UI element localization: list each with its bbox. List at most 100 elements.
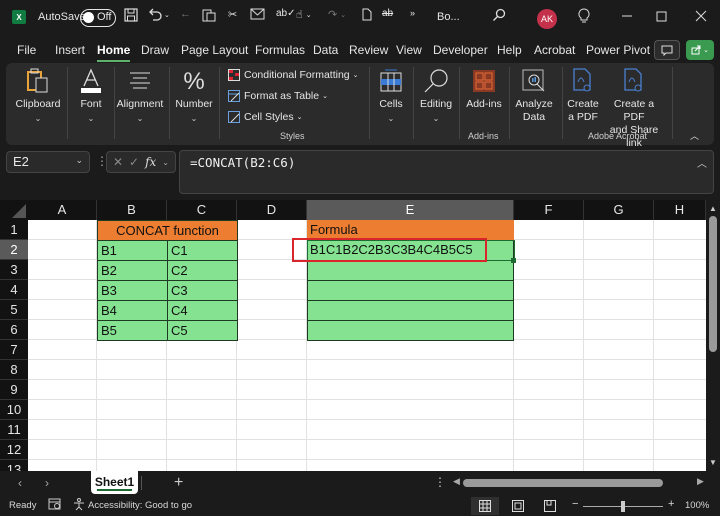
spreadsheet-grid[interactable]: ABCDEFGH 1 2 3 4 5 6 7 8 9 10 11 12 13 CONCAT functi…	[0, 200, 706, 471]
column-header-g[interactable]: G	[584, 200, 654, 220]
row-header-10[interactable]: 10	[0, 400, 28, 420]
row-header-8[interactable]: 8	[0, 360, 28, 380]
search-icon[interactable]	[492, 8, 506, 22]
cell-c4[interactable]: C3	[167, 280, 238, 301]
page-layout-view-button[interactable]	[504, 497, 532, 515]
zoom-out-button[interactable]: −	[572, 498, 578, 510]
number-button[interactable]: % Number ⌄	[173, 67, 215, 125]
cell-c5[interactable]: C4	[167, 300, 238, 321]
zoom-in-button[interactable]: +	[668, 498, 674, 510]
create-pdf-button[interactable]: Create a PDF	[564, 67, 602, 124]
formula-header-cell[interactable]: Formula	[307, 220, 514, 240]
tab-power-pivot[interactable]: Power Pivot	[586, 43, 650, 57]
spelling-icon[interactable]: ab✓	[276, 8, 296, 19]
column-header-d[interactable]: D	[237, 200, 307, 220]
font-button[interactable]: Font ⌄	[72, 67, 110, 125]
tab-acrobat[interactable]: Acrobat	[534, 43, 575, 57]
tab-page-layout[interactable]: Page Layout	[181, 43, 248, 57]
format-as-table-button[interactable]: Format as Table ⌄	[228, 90, 328, 102]
cell-b5[interactable]: B4	[97, 300, 168, 321]
cut-icon[interactable]: ✂	[228, 8, 237, 21]
scroll-up-icon[interactable]: ▲	[709, 204, 717, 213]
row-header-11[interactable]: 11	[0, 420, 28, 440]
macro-recording-icon[interactable]	[48, 498, 62, 514]
vertical-scrollbar[interactable]: ▲ ▼	[706, 200, 720, 471]
cancel-icon[interactable]: ✕	[113, 155, 123, 169]
email-icon[interactable]	[250, 8, 265, 20]
select-all-button[interactable]	[0, 200, 28, 220]
column-header-h[interactable]: H	[654, 200, 706, 220]
undo-icon[interactable]: ⌄	[148, 8, 170, 22]
alignment-button[interactable]: Alignment ⌄	[116, 67, 164, 125]
strikethrough-icon[interactable]: ab	[382, 8, 393, 19]
concat-header-cell[interactable]: CONCAT function	[97, 220, 238, 240]
lightbulb-icon[interactable]	[578, 8, 590, 24]
fill-handle[interactable]	[511, 258, 516, 263]
tab-home[interactable]: Home	[97, 43, 131, 62]
next-sheet-icon[interactable]: ›	[45, 476, 49, 490]
cell-b6[interactable]: B5	[97, 320, 168, 341]
row-header-13[interactable]: 13	[0, 460, 28, 471]
add-sheet-button[interactable]: +	[174, 474, 183, 492]
copy-icon[interactable]	[202, 8, 216, 22]
minimize-icon[interactable]	[621, 10, 633, 22]
tab-review[interactable]: Review	[349, 43, 388, 57]
tab-insert[interactable]: Insert	[55, 43, 85, 57]
cell-b3[interactable]: B2	[97, 260, 168, 281]
prev-sheet-icon[interactable]: ‹	[18, 476, 22, 490]
tab-data[interactable]: Data	[313, 43, 338, 57]
cell-c3[interactable]: C2	[167, 260, 238, 281]
zoom-level[interactable]: 100%	[685, 500, 709, 511]
cells-button[interactable]: Cells ⌄	[374, 67, 408, 125]
cell-b4[interactable]: B3	[97, 280, 168, 301]
accessibility-status[interactable]: Accessibility: Good to go	[88, 500, 192, 511]
collapse-formula-bar-icon[interactable]: ︿	[697, 155, 707, 170]
row-header-4[interactable]: 4	[0, 280, 28, 300]
column-header-b[interactable]: B	[97, 200, 167, 220]
collapse-ribbon-icon[interactable]: ︿	[690, 129, 699, 142]
tab-help[interactable]: Help	[497, 43, 522, 57]
horizontal-scroll-thumb[interactable]	[463, 479, 663, 487]
tab-view[interactable]: View	[396, 43, 422, 57]
redo-icon[interactable]: ↷ ⌄	[328, 8, 346, 21]
scroll-down-icon[interactable]: ▼	[709, 458, 717, 467]
column-header-c[interactable]: C	[167, 200, 237, 220]
tab-draw[interactable]: Draw	[141, 43, 169, 57]
insert-function-button[interactable]: fx	[145, 155, 156, 169]
cell-b2[interactable]: B1	[97, 240, 168, 261]
scroll-right-icon[interactable]: ▶	[697, 476, 704, 487]
scroll-left-icon[interactable]: ◀	[453, 476, 460, 487]
autosave-toggle[interactable]: Off	[80, 9, 116, 27]
row-header-12[interactable]: 12	[0, 440, 28, 460]
share-button[interactable]: ⌄	[686, 40, 714, 60]
row-header-1[interactable]: 1	[0, 220, 28, 240]
normal-view-button[interactable]	[471, 497, 499, 515]
formula-input[interactable]: =CONCAT(B2:C6) ︿	[179, 150, 714, 194]
row-header-2[interactable]: 2	[0, 240, 28, 260]
vertical-scroll-thumb[interactable]	[709, 216, 717, 352]
document-title[interactable]: Bo...	[437, 11, 460, 23]
zoom-slider-thumb[interactable]	[621, 501, 625, 512]
more-commands-icon[interactable]: »	[410, 8, 415, 18]
row-header-5[interactable]: 5	[0, 300, 28, 320]
tab-formulas[interactable]: Formulas	[255, 43, 305, 57]
maximize-icon[interactable]	[656, 11, 667, 22]
comments-button[interactable]	[654, 40, 680, 60]
conditional-formatting-button[interactable]: Conditional Formatting ⌄	[228, 69, 359, 81]
column-header-f[interactable]: F	[514, 200, 584, 220]
more-options-icon[interactable]: ⋮	[434, 475, 446, 489]
row-header-3[interactable]: 3	[0, 260, 28, 280]
cell-c2[interactable]: C1	[167, 240, 238, 261]
page-break-view-button[interactable]	[536, 497, 564, 515]
back-icon[interactable]: ←	[180, 8, 191, 20]
new-file-icon[interactable]	[362, 8, 372, 21]
row-header-6[interactable]: 6	[0, 320, 28, 340]
cell-c6[interactable]: C5	[167, 320, 238, 341]
editing-button[interactable]: Editing ⌄	[417, 67, 455, 125]
cell-styles-button[interactable]: Cell Styles ⌄	[228, 111, 302, 123]
sheet-tab-sheet1[interactable]: Sheet1	[91, 471, 138, 494]
analyze-data-button[interactable]: Analyze Data	[513, 67, 555, 124]
tab-developer[interactable]: Developer	[433, 43, 488, 57]
column-header-a[interactable]: A	[28, 200, 97, 220]
row-header-7[interactable]: 7	[0, 340, 28, 360]
